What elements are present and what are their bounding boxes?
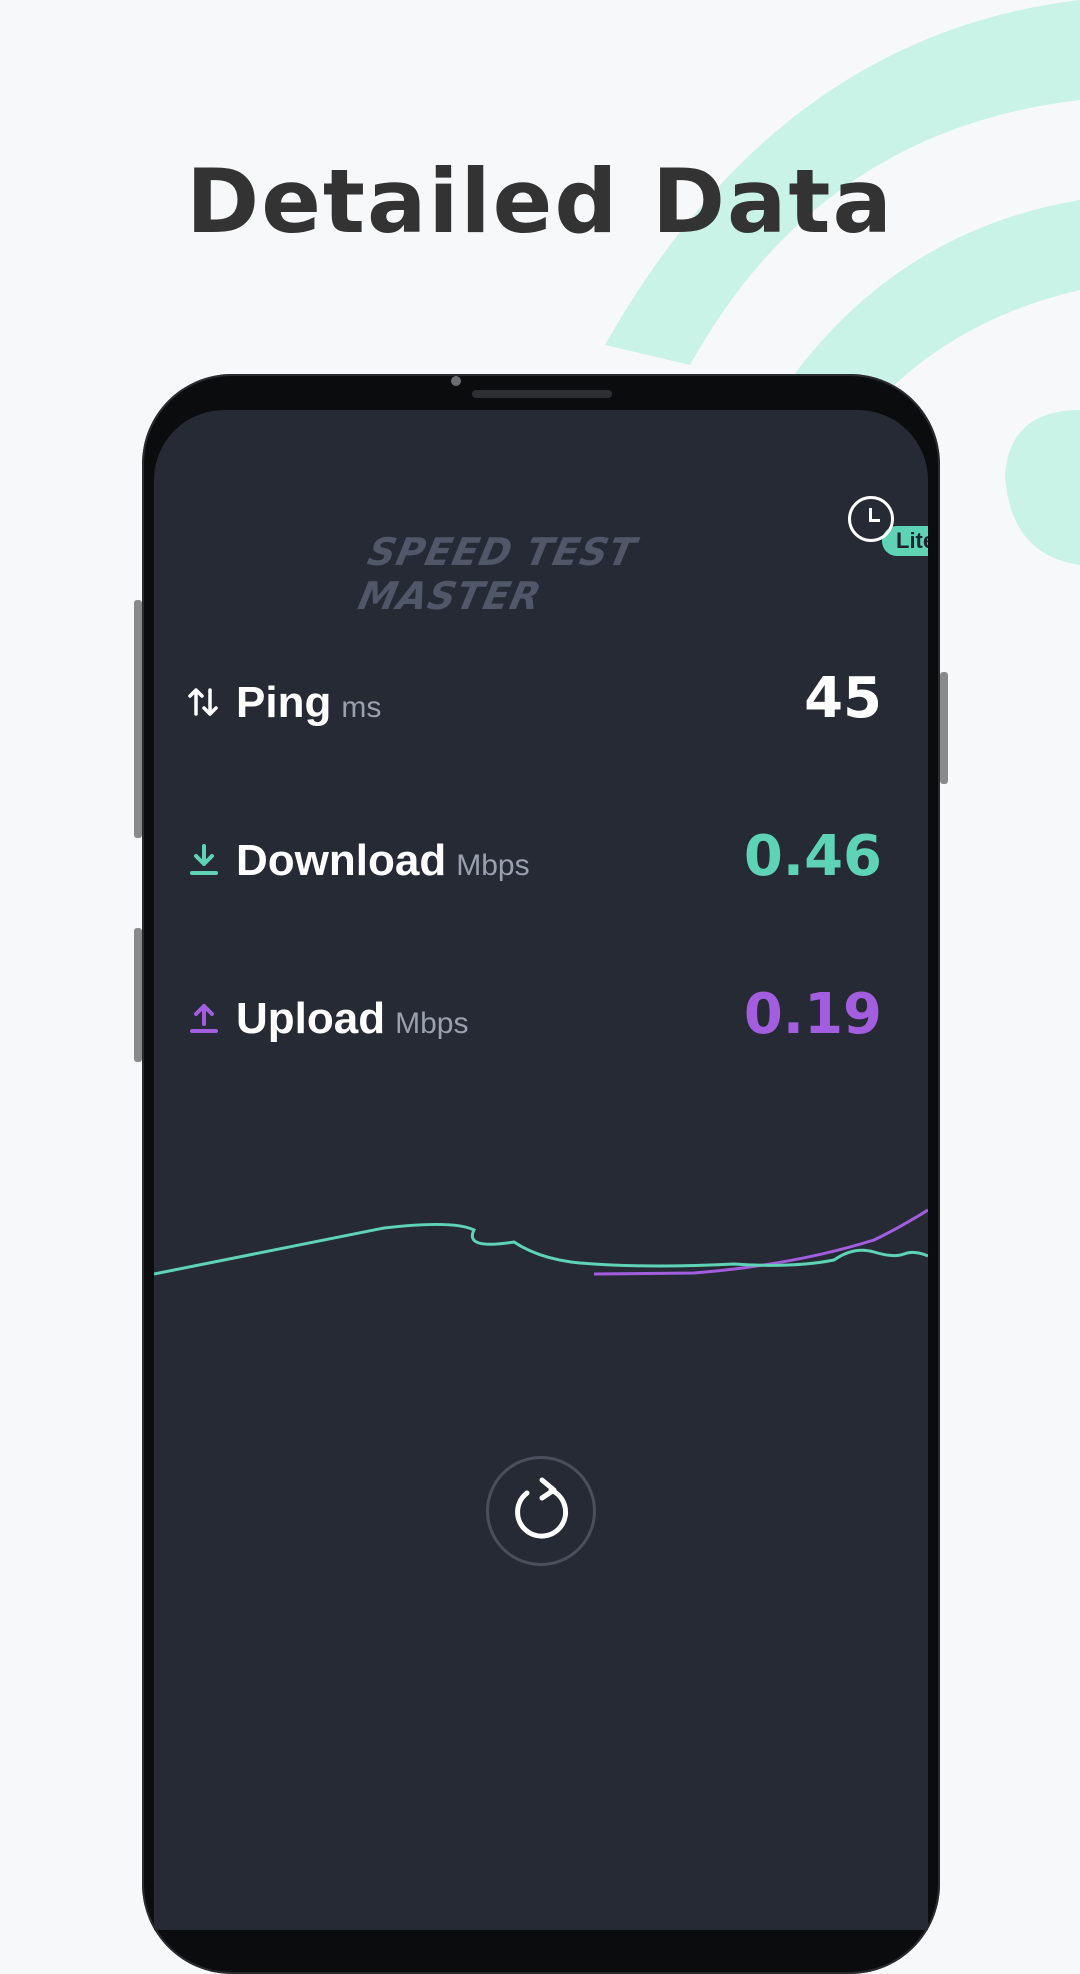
app-logo: SPEED TEST MASTER Lite (355, 480, 928, 618)
upload-unit: Mbps (395, 1007, 469, 1040)
upload-icon (190, 1004, 218, 1033)
restart-test-button[interactable] (486, 1456, 596, 1566)
ping-unit: ms (341, 691, 382, 724)
speed-graph (154, 1208, 928, 1276)
upload-label: Upload (236, 994, 386, 1043)
earpiece-speaker (472, 390, 612, 398)
download-label: Download (236, 836, 447, 885)
ping-row: Ping ms 45 (182, 656, 882, 746)
phone-volume-down-button (134, 928, 142, 1062)
ping-arrows-icon (188, 688, 218, 716)
phone-power-button (940, 672, 948, 784)
download-row: Download Mbps 0.46 (182, 814, 882, 904)
download-speed-line (154, 1222, 928, 1276)
download-value: 0.46 (743, 824, 882, 889)
download-icon (190, 844, 218, 875)
app-screen: SPEED TEST MASTER Lite Pingms 45 Downloa… (154, 410, 928, 1930)
upload-row: Upload Mbps 0.19 (182, 972, 882, 1062)
upload-value: 0.19 (743, 982, 882, 1047)
front-camera (451, 376, 461, 386)
download-unit: Mbps (456, 849, 530, 882)
refresh-icon (515, 1477, 569, 1539)
phone-volume-up-button (134, 600, 142, 838)
history-button[interactable] (848, 496, 894, 542)
ping-value: 45 (804, 666, 882, 731)
app-logo-text: SPEED TEST MASTER (354, 530, 641, 618)
ping-label: Ping (236, 678, 332, 727)
page-headline: Detailed Data (186, 150, 894, 253)
